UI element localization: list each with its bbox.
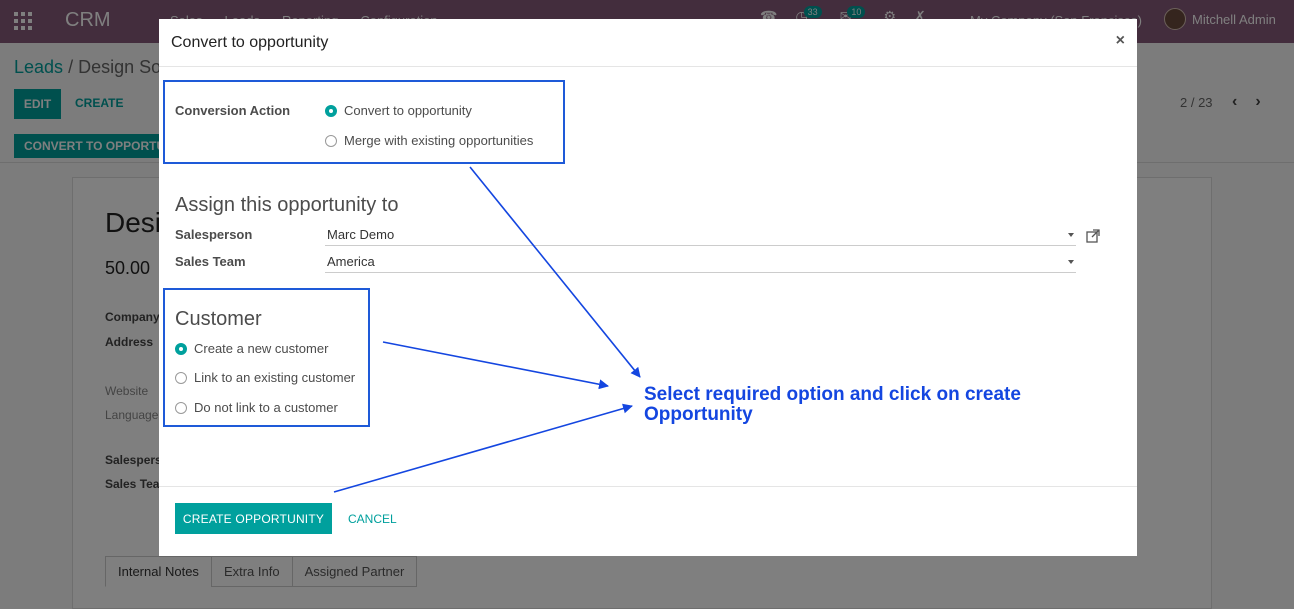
arrow-from-create-button [333, 403, 633, 493]
arrow-from-conversion-box [469, 166, 641, 378]
arrow-from-customer-box [382, 341, 609, 390]
annotation-arrows [333, 166, 641, 493]
annotation-callout: Select required option and click on crea… [644, 384, 1021, 425]
